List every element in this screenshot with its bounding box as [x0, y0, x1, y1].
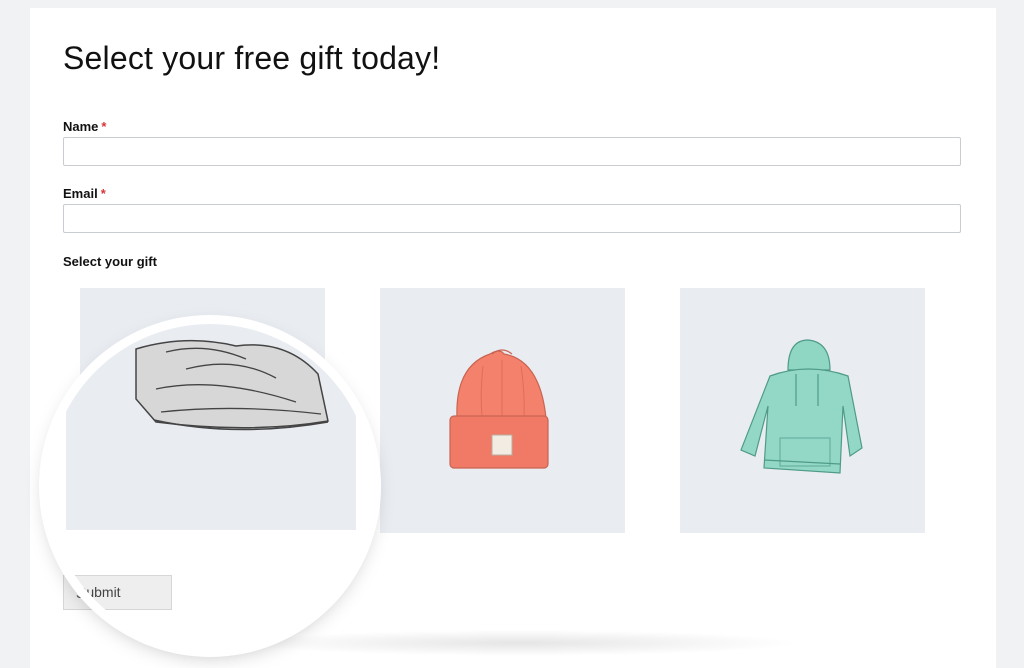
magnified-submit-button: Submit	[62, 575, 172, 610]
beanie-orange-icon	[449, 349, 549, 469]
required-marker: *	[100, 186, 106, 201]
gift-option-mint-hoodie[interactable]	[680, 288, 925, 533]
gift-label: Select your gift	[63, 254, 157, 269]
name-field[interactable]	[63, 137, 961, 166]
magnifier-lens: Submit	[48, 324, 372, 648]
magnified-gift-tile	[66, 324, 356, 530]
name-label: Name *	[63, 119, 107, 134]
card-bottom-shadow	[240, 630, 800, 656]
email-label: Email *	[63, 186, 106, 201]
hoodie-mint-icon	[740, 339, 863, 474]
page-title: Select your free gift today!	[63, 40, 441, 76]
gift-option-orange-beanie[interactable]	[380, 288, 625, 533]
email-field[interactable]	[63, 204, 961, 233]
beanie-gray-icon	[135, 339, 329, 431]
required-marker: *	[101, 119, 107, 134]
